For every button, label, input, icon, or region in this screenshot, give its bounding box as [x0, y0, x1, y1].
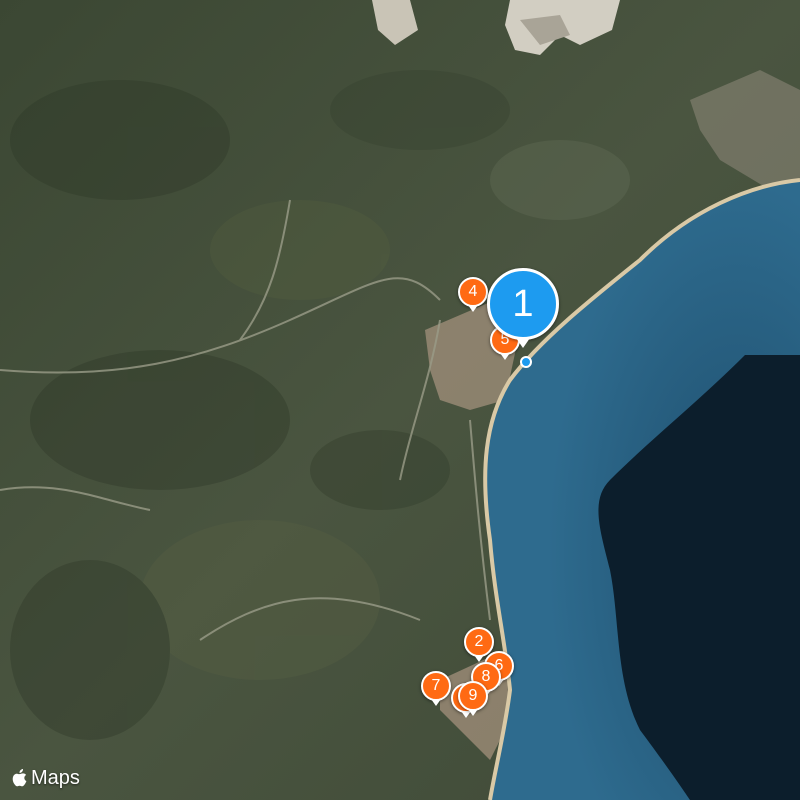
map-pin-4[interactable]: 4: [458, 277, 488, 312]
satellite-map[interactable]: 4 5 1 2 6 8 7 9 Maps: [0, 0, 800, 800]
pin-4-label: 4: [458, 277, 488, 307]
selected-location-dot: [520, 356, 532, 368]
pin-1-label: 1: [487, 268, 559, 340]
maps-attribution[interactable]: Maps: [12, 767, 80, 790]
pin-7-label: 7: [421, 671, 451, 701]
map-pin-1-selected[interactable]: 1: [487, 268, 559, 348]
map-pin-7[interactable]: 7: [421, 671, 451, 706]
satellite-imagery: [0, 0, 800, 800]
map-pin-9[interactable]: 9: [458, 681, 488, 716]
apple-logo-icon: [12, 769, 27, 787]
pin-9-label: 9: [458, 681, 488, 711]
maps-attribution-label: Maps: [31, 767, 80, 789]
